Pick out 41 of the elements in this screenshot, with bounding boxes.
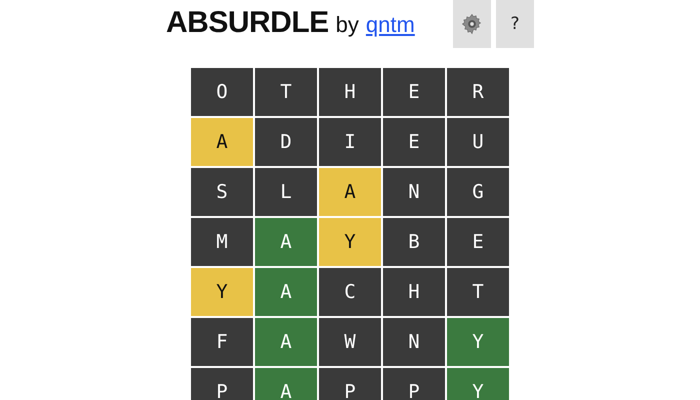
letter-tile: E xyxy=(383,118,445,166)
letter-tile: Y xyxy=(319,218,381,266)
letter-tile: L xyxy=(255,168,317,216)
letter-tile: P xyxy=(383,368,445,400)
letter-tile: Y xyxy=(447,318,509,366)
letter-tile: B xyxy=(383,218,445,266)
author-link[interactable]: qntm xyxy=(366,12,415,38)
letter-tile: E xyxy=(383,68,445,116)
letter-tile: I xyxy=(319,118,381,166)
help-button[interactable]: ? xyxy=(496,0,534,48)
letter-tile: S xyxy=(191,168,253,216)
letter-tile: E xyxy=(447,218,509,266)
letter-tile: A xyxy=(255,218,317,266)
letter-tile: A xyxy=(319,168,381,216)
settings-button[interactable] xyxy=(453,0,491,48)
letter-tile: P xyxy=(191,368,253,400)
letter-tile: A xyxy=(255,268,317,316)
letter-tile: G xyxy=(447,168,509,216)
letter-tile: C xyxy=(319,268,381,316)
letter-tile: W xyxy=(319,318,381,366)
letter-tile: M xyxy=(191,218,253,266)
letter-tile: U xyxy=(447,118,509,166)
letter-tile: P xyxy=(319,368,381,400)
letter-tile: R xyxy=(447,68,509,116)
letter-tile: O xyxy=(191,68,253,116)
letter-tile: Y xyxy=(191,268,253,316)
letter-tile: T xyxy=(255,68,317,116)
letter-tile: Y xyxy=(447,368,509,400)
letter-tile: T xyxy=(447,268,509,316)
letter-tile: A xyxy=(255,318,317,366)
letter-tile: A xyxy=(191,118,253,166)
letter-tile: N xyxy=(383,318,445,366)
letter-tile: A xyxy=(255,368,317,400)
letter-tile: F xyxy=(191,318,253,366)
app-title: ABSURDLE xyxy=(166,6,329,40)
letter-tile: H xyxy=(319,68,381,116)
settings-icon xyxy=(461,13,483,35)
letter-tile: D xyxy=(255,118,317,166)
letter-tile: N xyxy=(383,168,445,216)
letter-tile: H xyxy=(383,268,445,316)
byline: by xyxy=(336,12,359,38)
